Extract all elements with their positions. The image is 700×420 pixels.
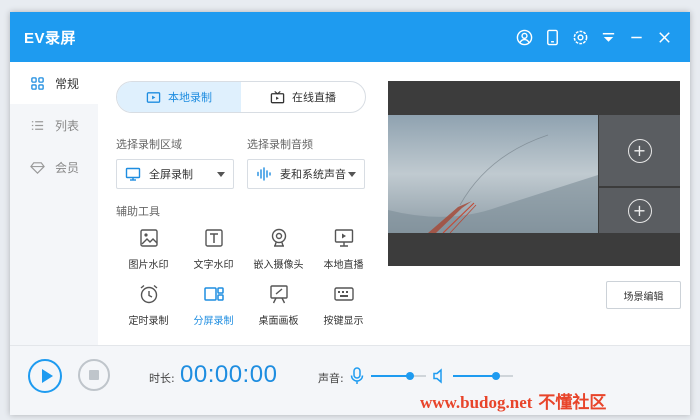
sidebar-item-vip[interactable]: 会员 <box>10 146 98 188</box>
sidebar-item-general[interactable]: 常规 <box>10 62 98 104</box>
minimize-icon[interactable] <box>624 25 648 49</box>
audio-select[interactable]: 麦和系统声音 <box>247 159 365 189</box>
add-icon: + <box>627 138 652 163</box>
image-icon <box>139 229 158 247</box>
tool-label: 本地直播 <box>323 260 364 271</box>
tool-label: 分屏录制 <box>193 316 234 327</box>
main-panel: 本地录制 在线直播 选择录制区域 全屏录制 选择录制音频 麦和系统声音 辅助工具… <box>98 62 690 345</box>
scene-preview: + + <box>388 81 680 266</box>
stop-record-button[interactable] <box>78 359 110 391</box>
audio-value: 麦和系统声音 <box>280 168 346 181</box>
tool-label: 按键显示 <box>323 316 364 327</box>
list-icon <box>31 120 44 130</box>
sidebar-item-list[interactable]: 列表 <box>10 104 98 146</box>
sidebar-item-label: 列表 <box>55 118 80 133</box>
settings-icon[interactable] <box>568 25 592 49</box>
tv-icon <box>270 90 285 103</box>
slider-knob[interactable] <box>492 372 501 380</box>
keyboard-icon <box>333 287 354 301</box>
preview-image <box>388 115 598 233</box>
area-select[interactable]: 全屏录制 <box>116 159 234 189</box>
mic-volume-slider[interactable] <box>371 372 426 380</box>
area-value: 全屏录制 <box>149 168 193 181</box>
close-icon[interactable] <box>652 25 676 49</box>
area-label: 选择录制区域 <box>116 138 182 151</box>
volume-label: 声音: <box>318 372 344 385</box>
tool-label: 文字水印 <box>193 260 234 271</box>
menu-icon[interactable] <box>596 25 620 49</box>
app-window: EV录屏 常规 列表 会员 本地录制 在线直播 选择录制区域 全屏录制 选择录制… <box>10 12 690 415</box>
tab-local-record[interactable]: 本地录制 <box>117 82 241 112</box>
tool-whiteboard[interactable]: 桌面画板 <box>246 283 311 327</box>
sound-wave-icon <box>257 167 271 181</box>
mode-switch: 本地录制 在线直播 <box>116 81 366 113</box>
slider-fill <box>453 375 497 377</box>
tab-label: 在线直播 <box>292 91 336 104</box>
app-title: EV录屏 <box>24 30 77 47</box>
watermark-text: 不懂社区 <box>538 393 607 412</box>
sidebar: 常规 列表 会员 <box>10 62 98 345</box>
tool-label: 桌面画板 <box>258 316 299 327</box>
phone-icon[interactable] <box>540 25 564 49</box>
add-scene-slot[interactable]: + <box>599 188 680 233</box>
alarm-clock-icon <box>140 284 157 304</box>
slider-knob[interactable] <box>405 372 414 380</box>
record-screen-icon <box>146 91 161 103</box>
duration-label: 时长: <box>149 372 175 385</box>
whiteboard-icon <box>269 285 288 304</box>
audio-label: 选择录制音频 <box>247 138 313 151</box>
tool-image-watermark[interactable]: 图片水印 <box>116 227 181 271</box>
sidebar-item-label: 常规 <box>55 76 80 91</box>
tool-label: 嵌入摄像头 <box>253 260 304 271</box>
start-record-button[interactable] <box>28 359 62 393</box>
tab-live-stream[interactable]: 在线直播 <box>241 82 365 112</box>
user-icon[interactable] <box>512 25 536 49</box>
speaker-icon[interactable] <box>431 367 447 385</box>
add-scene-slot[interactable]: + <box>599 115 680 186</box>
diamond-icon <box>30 161 45 174</box>
chevron-down-icon <box>348 172 356 177</box>
titlebar: EV录屏 <box>10 12 690 62</box>
tool-webcam[interactable]: 嵌入摄像头 <box>246 227 311 271</box>
tool-label: 图片水印 <box>128 260 169 271</box>
tool-text-watermark[interactable]: 文字水印 <box>181 227 246 271</box>
tool-label: 定时录制 <box>128 316 169 327</box>
watermark: www.budog.net 不懂社区 <box>420 388 606 413</box>
speaker-volume-slider[interactable] <box>453 372 513 380</box>
sidebar-item-label: 会员 <box>55 160 80 175</box>
tool-local-live[interactable]: 本地直播 <box>311 227 376 271</box>
titlebar-controls <box>512 25 676 49</box>
microphone-icon[interactable] <box>349 367 365 385</box>
tools-heading: 辅助工具 <box>116 205 160 218</box>
tool-key-display[interactable]: 按键显示 <box>311 283 376 327</box>
chevron-down-icon <box>217 172 225 177</box>
grid-icon <box>31 76 44 90</box>
tool-split-screen[interactable]: 分屏录制 <box>181 283 246 327</box>
text-icon <box>204 229 223 247</box>
monitor-icon <box>125 167 141 181</box>
scene-edit-button[interactable]: 场景编辑 <box>606 281 681 309</box>
tab-label: 本地录制 <box>168 91 212 104</box>
tool-scheduled-record[interactable]: 定时录制 <box>116 283 181 327</box>
add-icon: + <box>627 198 652 223</box>
monitor-play-icon <box>334 229 353 247</box>
watermark-url: www.budog.net <box>420 393 533 412</box>
webcam-icon <box>271 228 286 247</box>
slider-fill <box>371 375 410 377</box>
duration-timer: 00:00:00 <box>180 361 278 388</box>
split-screen-icon <box>203 287 224 301</box>
